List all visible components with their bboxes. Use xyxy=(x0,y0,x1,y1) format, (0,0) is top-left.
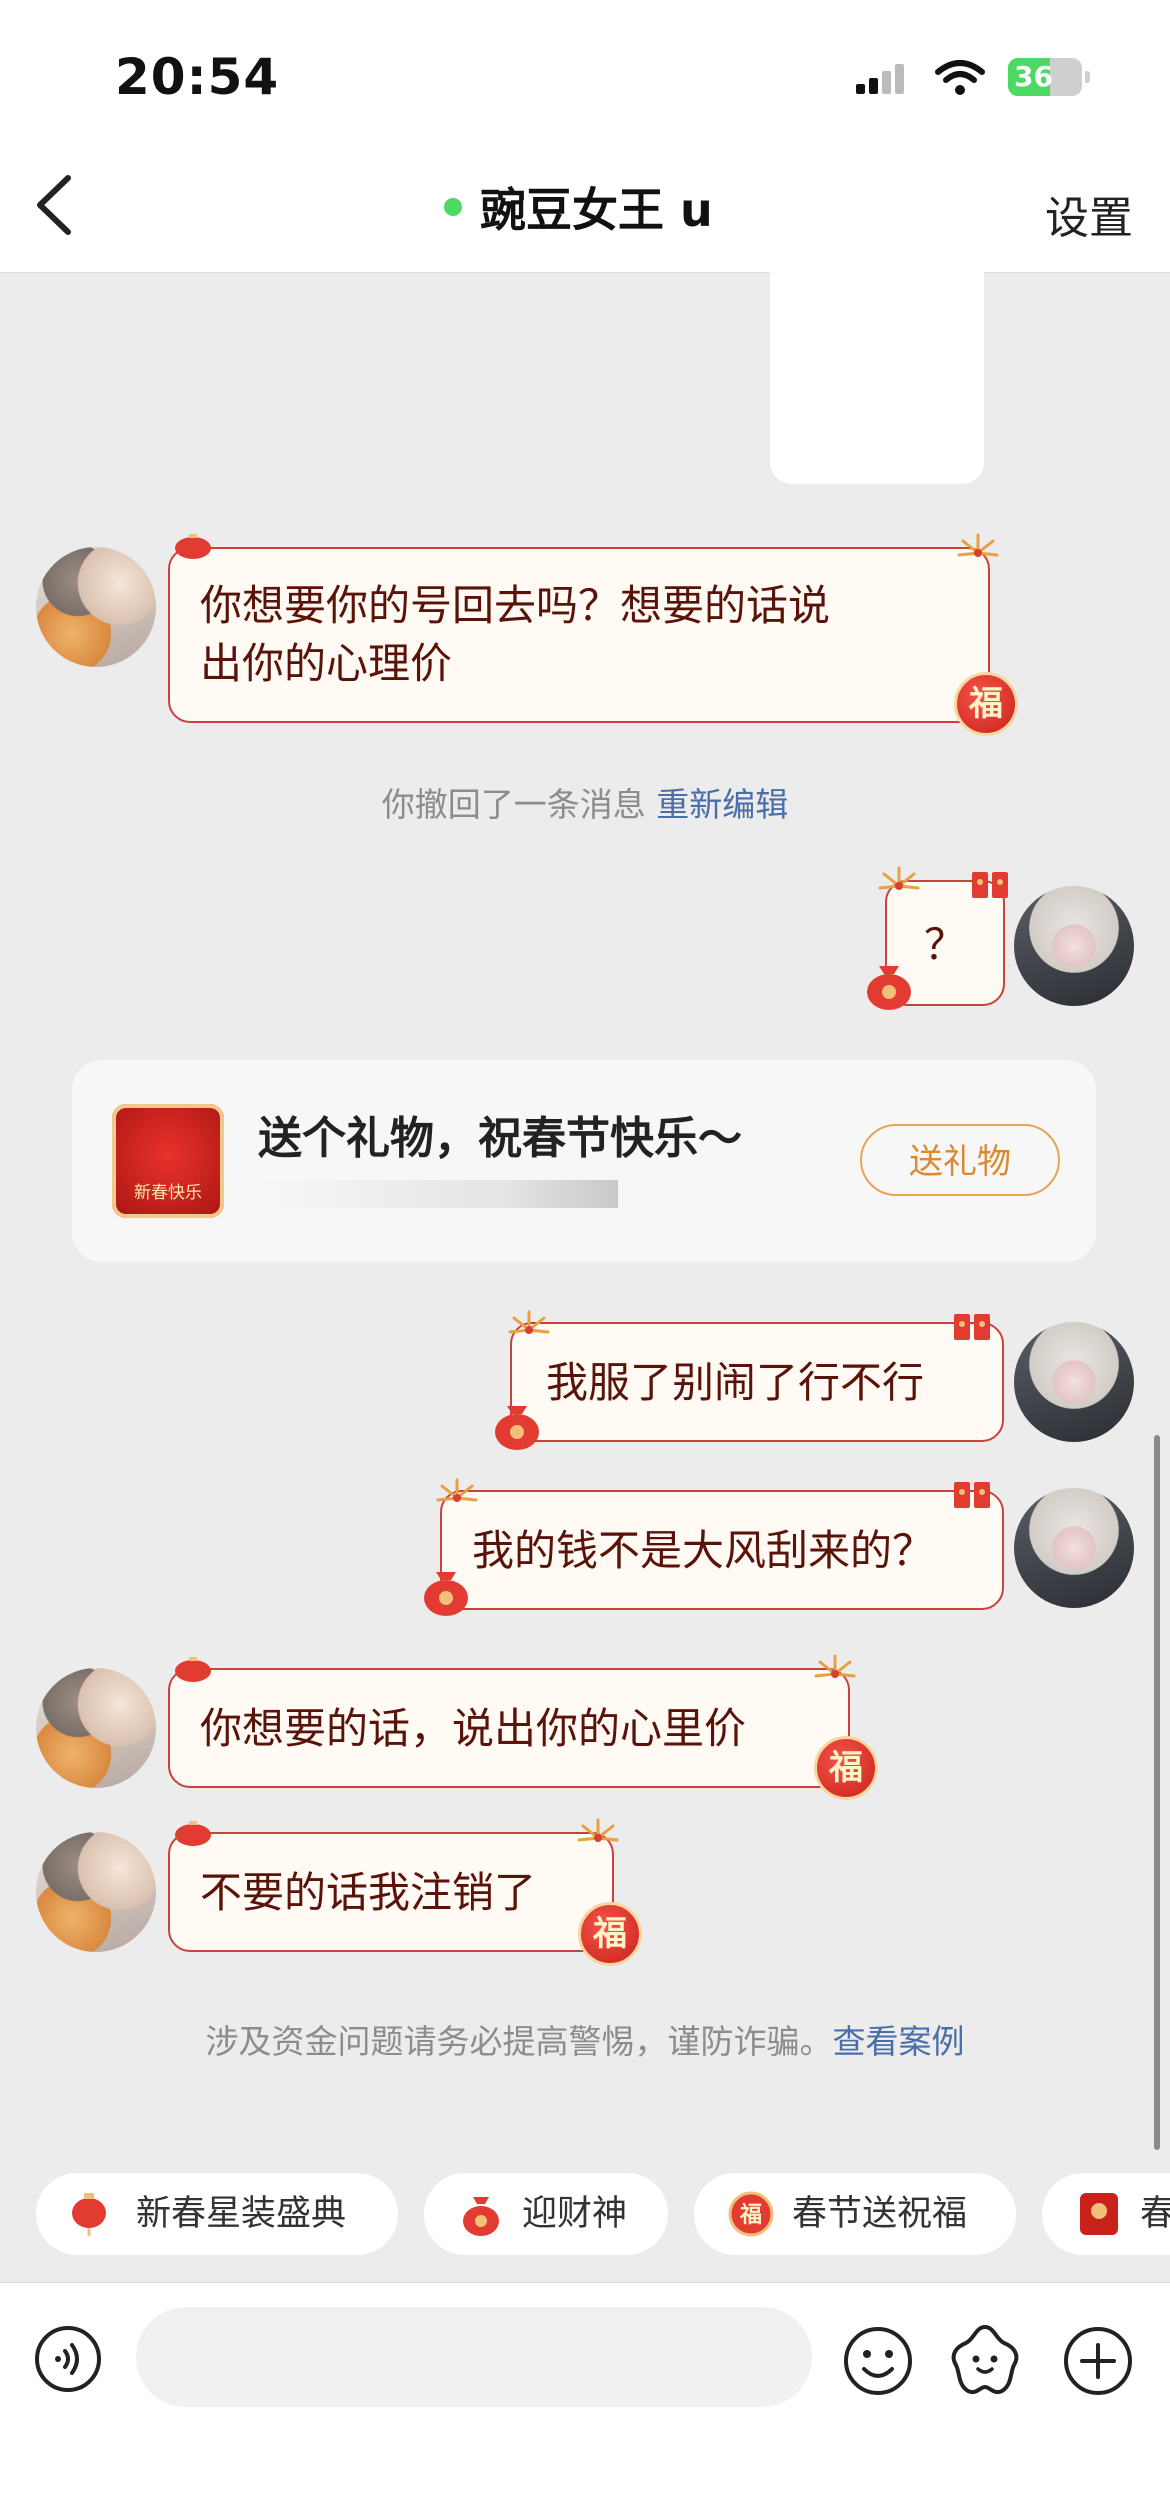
back-chevron-icon[interactable] xyxy=(28,172,78,238)
chip-god-of-wealth[interactable]: 迎财神 xyxy=(424,2173,668,2255)
lucky-bag-icon xyxy=(867,966,911,1010)
message-bubble[interactable]: 我服了别闹了行不行 xyxy=(510,1322,1004,1442)
wifi-icon xyxy=(935,60,985,95)
chip-label: 春 xyxy=(1140,2194,1170,2234)
firework-decoration-icon xyxy=(508,1310,550,1334)
contact-avatar[interactable] xyxy=(36,1668,156,1788)
message-text: 你想要你的号回去吗？想要的话说 xyxy=(200,581,831,630)
message-input[interactable] xyxy=(136,2307,812,2407)
status-time: 20:54 xyxy=(115,48,280,106)
message-bubble[interactable]: 不要的话我注销了 xyxy=(168,1832,614,1952)
sticker-icon[interactable] xyxy=(946,2321,1024,2399)
chip-label: 新春星装盛典 xyxy=(136,2194,347,2234)
message-text: 你想要的话，说出你的心里价 xyxy=(200,1704,747,1753)
message-bubble[interactable]: 我的钱不是大风刮来的？ xyxy=(440,1490,1004,1610)
contact-avatar[interactable] xyxy=(36,1832,156,1952)
fu-badge-icon: 福 xyxy=(578,1902,642,1966)
gift-image-caption: 新春快乐 xyxy=(134,1183,202,1203)
cellular-signal-icon xyxy=(856,64,904,94)
recall-notice: 你撤回了一条消息 重新编辑 xyxy=(0,778,1170,826)
firework-decoration-icon xyxy=(957,533,999,557)
top-bar: 20:54 36 豌豆女王 u 设置 xyxy=(0,0,1170,273)
battery-level: 36 xyxy=(1014,60,1053,93)
chat-title: 豌豆女王 u xyxy=(480,183,713,237)
voice-icon[interactable] xyxy=(34,2325,102,2393)
online-status-dot xyxy=(444,198,462,216)
plus-icon[interactable] xyxy=(1062,2325,1134,2397)
red-envelope-icon xyxy=(1080,2193,1118,2235)
lantern-decoration-icon xyxy=(175,1657,211,1682)
lucky-bag-icon xyxy=(424,1572,468,1616)
lucky-bag-icon xyxy=(463,2197,499,2236)
red-envelope-decoration-icon xyxy=(954,1314,990,1340)
recall-text: 你撤回了一条消息 xyxy=(381,785,646,824)
message-text: 不要的话我注销了 xyxy=(200,1868,537,1917)
fu-badge-icon: 福 xyxy=(954,672,1018,736)
message-bubble[interactable]: 你想要你的号回去吗？想要的话说 出你的心理价 xyxy=(168,547,990,723)
gift-card: 新春快乐 送个礼物，祝春节快乐～ 送礼物 xyxy=(72,1060,1096,1262)
firework-decoration-icon xyxy=(577,1818,619,1842)
chip-new-year-outfit[interactable]: 新春星装盛典 xyxy=(36,2173,398,2255)
fraud-warning-text: 涉及资金问题请务必提高警惕，谨防诈骗。 xyxy=(205,2022,833,2061)
contact-avatar[interactable] xyxy=(36,547,156,667)
my-avatar[interactable] xyxy=(1014,886,1134,1006)
lantern-icon xyxy=(72,2193,106,2236)
emoji-icon[interactable] xyxy=(842,2325,914,2397)
firework-decoration-icon xyxy=(814,1654,856,1678)
firework-decoration-icon xyxy=(878,866,920,890)
message-text: ？ xyxy=(923,920,966,969)
chip-label: 迎财神 xyxy=(522,2194,628,2234)
lucky-bag-icon xyxy=(495,1406,539,1450)
message-text: 出你的心理价 xyxy=(200,639,453,688)
gift-card-subtext-placeholder xyxy=(258,1180,618,1208)
input-bar xyxy=(0,2282,1170,2493)
scrollbar[interactable] xyxy=(1154,1435,1160,2150)
svg-text:福: 福 xyxy=(739,2203,762,2228)
battery-icon: 36 xyxy=(1008,58,1090,98)
red-envelope-decoration-icon xyxy=(954,1482,990,1508)
lantern-decoration-icon xyxy=(175,1821,211,1846)
fraud-warning: 涉及资金问题请务必提高警惕，谨防诈骗。查看案例 xyxy=(0,2015,1170,2063)
view-cases-link[interactable]: 查看案例 xyxy=(833,2022,965,2061)
chip-label: 春节送祝福 xyxy=(792,2194,968,2234)
chip-partial[interactable]: 春 xyxy=(1042,2173,1170,2255)
re-edit-link[interactable]: 重新编辑 xyxy=(656,785,788,824)
red-envelope-decoration-icon xyxy=(972,872,1008,898)
chip-festival-blessing[interactable]: 福 春节送祝福 xyxy=(694,2173,1016,2255)
settings-button[interactable]: 设置 xyxy=(1045,182,1133,246)
message-text: 我的钱不是大风刮来的？ xyxy=(472,1526,935,1575)
image-message[interactable] xyxy=(770,272,984,484)
firework-decoration-icon xyxy=(436,1478,478,1502)
my-avatar[interactable] xyxy=(1014,1322,1134,1442)
fu-badge-icon: 福 xyxy=(728,2191,774,2237)
fu-badge-icon: 福 xyxy=(814,1736,878,1800)
gift-image: 新春快乐 xyxy=(112,1104,224,1218)
message-bubble[interactable]: 你想要的话，说出你的心里价 xyxy=(168,1668,850,1788)
message-text: 我服了别闹了行不行 xyxy=(546,1358,925,1407)
my-avatar[interactable] xyxy=(1014,1488,1134,1608)
gift-card-text: 送个礼物，祝春节快乐～ xyxy=(258,1113,742,1164)
lantern-decoration-icon xyxy=(175,534,211,559)
send-gift-button[interactable]: 送礼物 xyxy=(860,1124,1060,1196)
